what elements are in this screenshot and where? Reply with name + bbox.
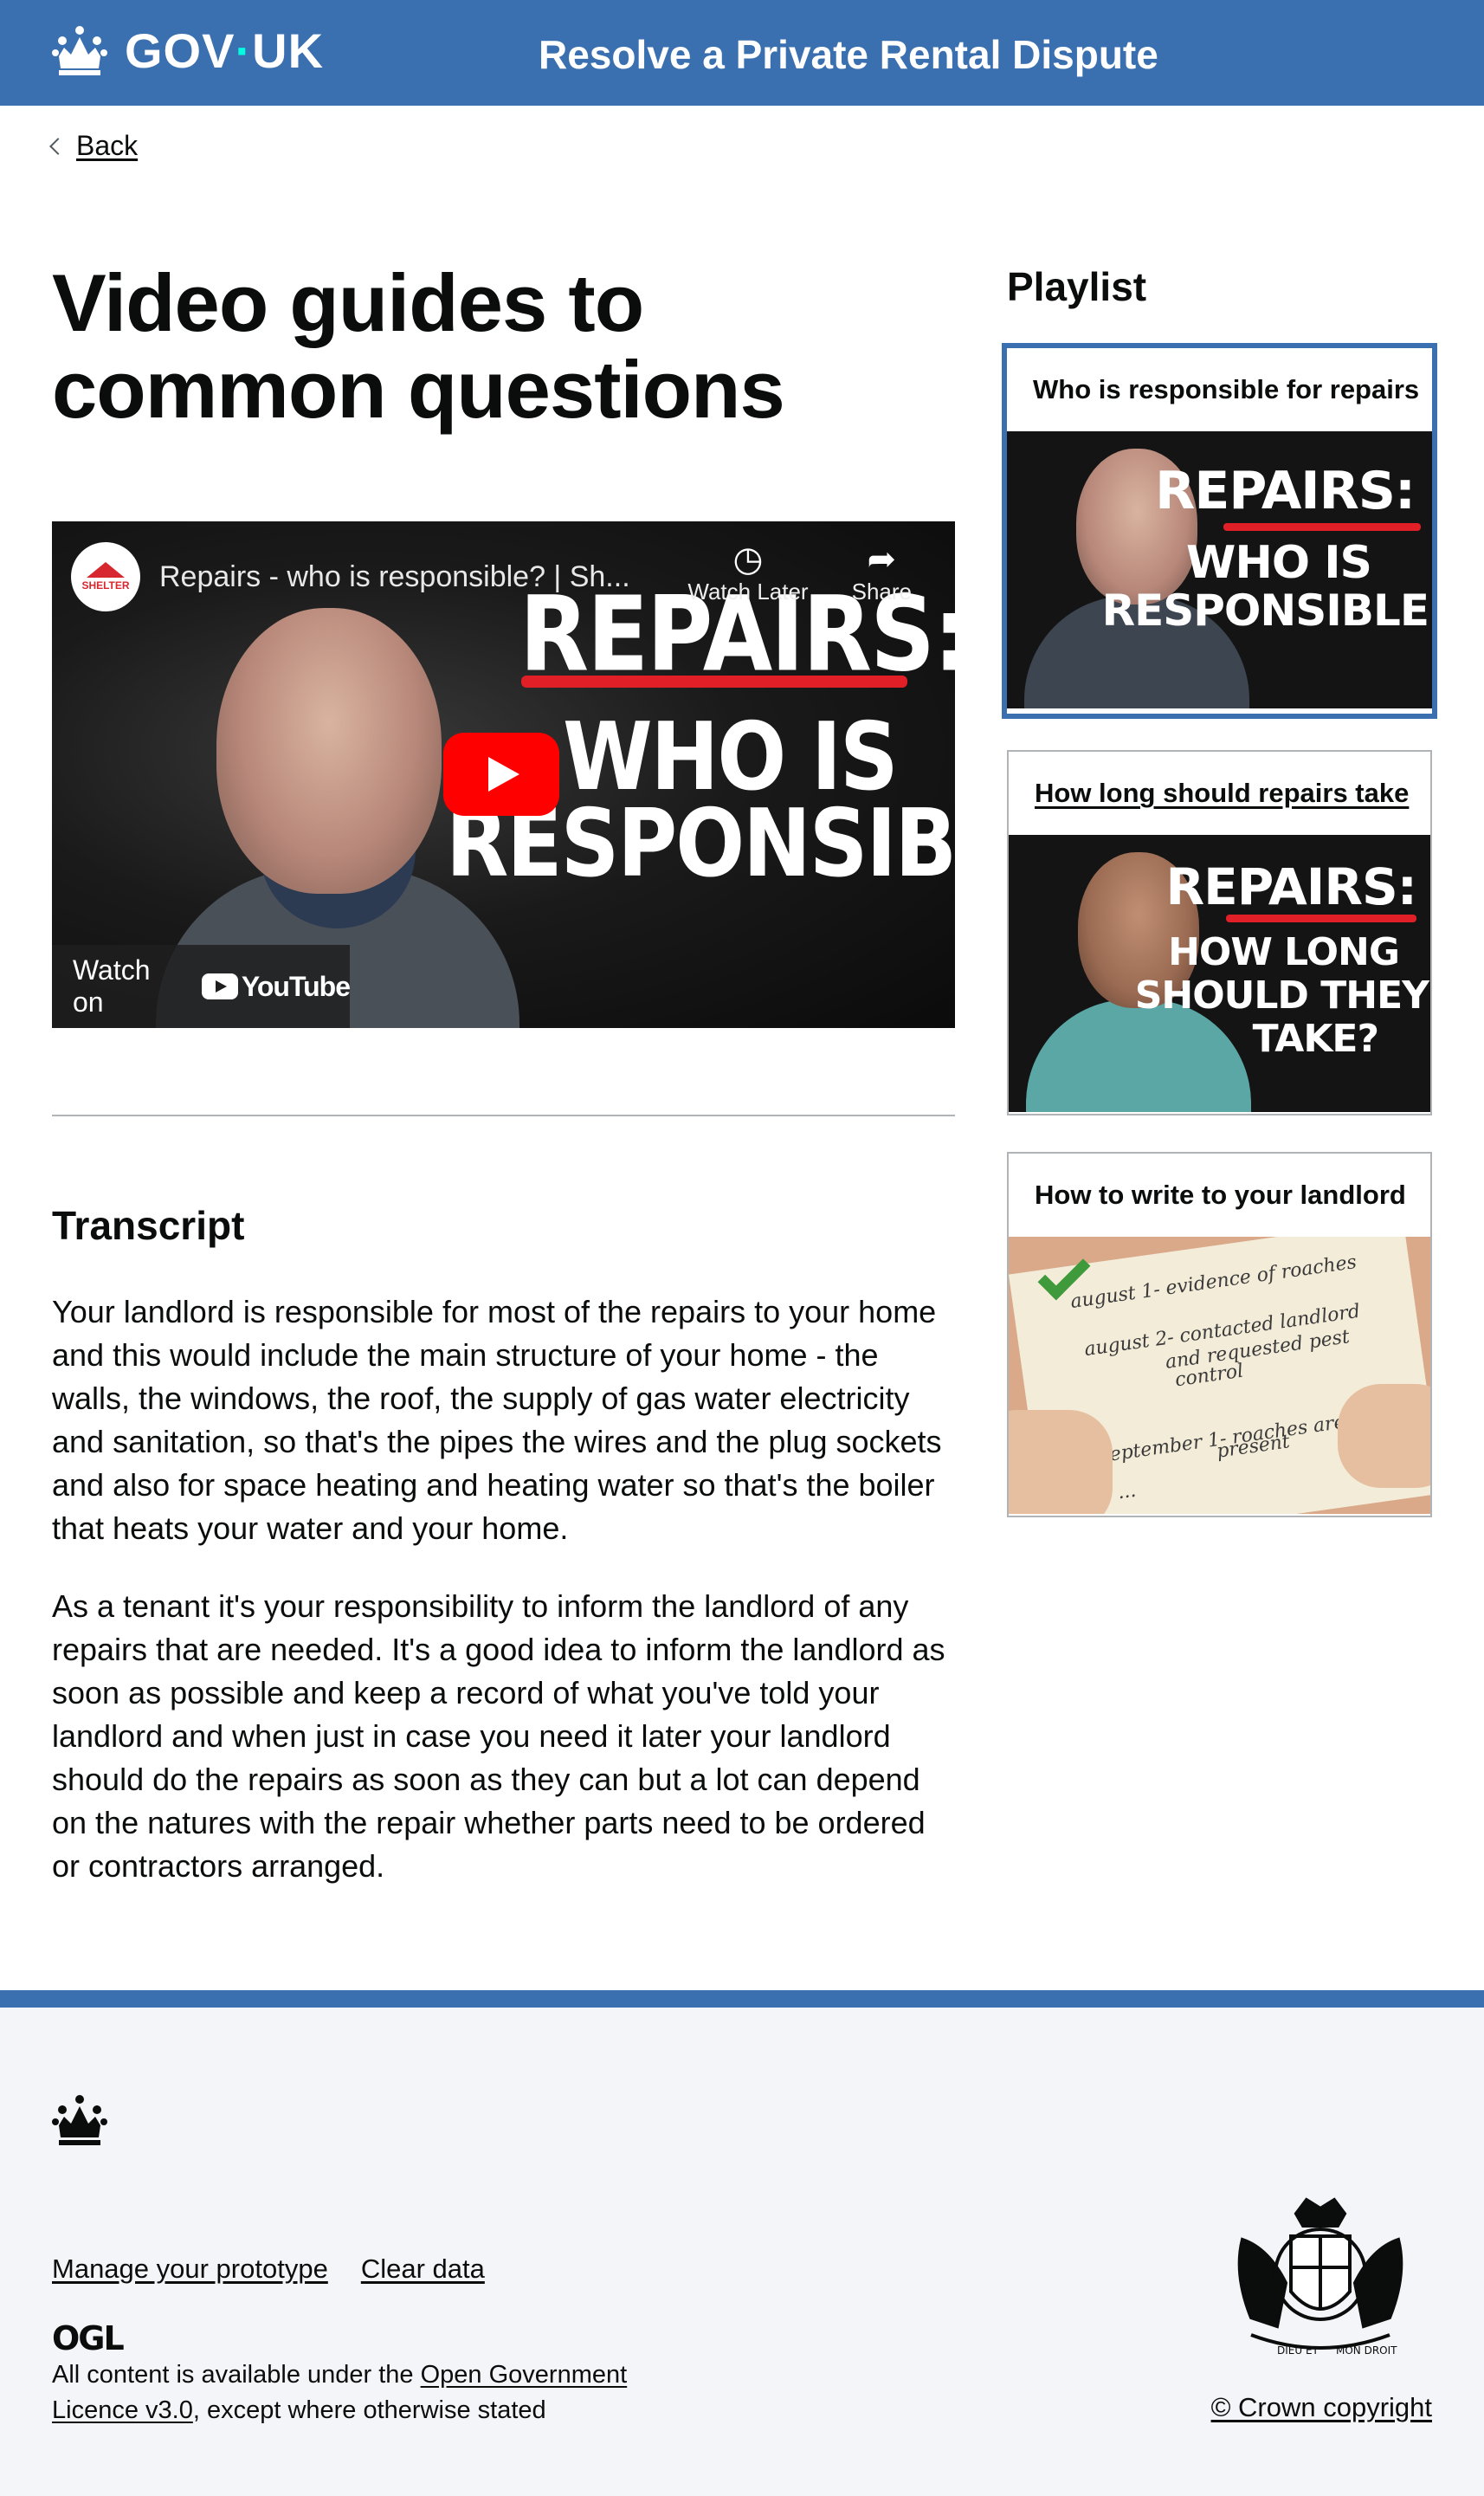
back-link[interactable]: Back (49, 130, 139, 162)
left-hand-image (1009, 1410, 1113, 1514)
house-icon (87, 562, 125, 578)
watch-later-button[interactable]: ◷ Watch Later (687, 540, 808, 605)
video-title-bar: SHELTER Repairs - who is responsible? | … (71, 542, 630, 611)
govuk-logo-link[interactable]: GOV·UK (52, 23, 324, 78)
video-player[interactable]: REPAIRS: WHO IS RESPONSIBLE? SHELTER Rep… (52, 521, 955, 1028)
site-header: GOV·UK Resolve a Private Rental Dispute (0, 0, 1484, 106)
youtube-logo: YouTube (201, 971, 351, 1003)
youtube-play-icon (201, 973, 238, 999)
chevron-left-icon (49, 137, 67, 155)
site-footer: Manage your prototype Clear data OGL All… (0, 1990, 1484, 2496)
video-actions: ◷ Watch Later ➦ Share (644, 540, 912, 605)
licence-text: All content is available under the Open … (52, 2361, 628, 2424)
clear-data-link[interactable]: Clear data (361, 2254, 485, 2285)
playlist-item-repairs-how-long[interactable]: How long should repairs take REPAIRS: HO… (1007, 750, 1432, 1115)
playlist-item-thumbnail: REPAIRS: HOW LONG SHOULD THEY TAKE? (1009, 835, 1430, 1112)
crown-icon (52, 26, 107, 75)
playlist-item-repairs-responsible[interactable]: Who is responsible for repairs REPAIRS: … (1002, 343, 1437, 719)
svg-text:DIEU ET: DIEU ET (1277, 2344, 1319, 2357)
govuk-logo-text: GOV·UK (125, 23, 325, 78)
share-label: Share (851, 579, 912, 605)
ogl-logo: OGL (52, 2319, 125, 2357)
video-thumb-underline (521, 676, 907, 688)
playlist-heading: Playlist (1007, 264, 1147, 309)
clock-icon: ◷ (732, 540, 764, 579)
watch-on-youtube-button[interactable]: Watch on YouTube (52, 945, 351, 1028)
back-link-label: Back (76, 130, 139, 161)
share-button[interactable]: ➦ Share (852, 540, 912, 605)
page-title: Video guides to common questions (52, 257, 785, 435)
play-button[interactable] (443, 733, 559, 816)
playlist-item-title: How to write to your landlord (1035, 1180, 1406, 1210)
watch-on-label: Watch on (73, 954, 151, 1018)
svg-text:MON DROIT: MON DROIT (1336, 2344, 1397, 2357)
transcript-paragraph: Your landlord is responsible for most of… (52, 1294, 942, 1546)
transcript-heading: Transcript (52, 1203, 245, 1248)
playlist-item-title: How long should repairs take (1035, 778, 1410, 808)
footer-links: Manage your prototype Clear data (52, 2254, 518, 2285)
playlist-item-thumbnail: REPAIRS: WHO IS RESPONSIBLE (1007, 431, 1432, 708)
playlist-item-title: Who is responsible for repairs (1033, 374, 1420, 404)
service-name-link[interactable]: Resolve a Private Rental Dispute (539, 31, 1158, 78)
channel-avatar[interactable]: SHELTER (71, 542, 140, 611)
royal-coat-of-arms-icon: DIEU ET MON DROIT (1237, 2197, 1403, 2357)
video-title-link[interactable]: Repairs - who is responsible? | Sh... (159, 560, 630, 594)
watch-later-label: Watch Later (687, 579, 809, 605)
right-hand-image (1338, 1384, 1430, 1488)
playlist-item-write-to-landlord[interactable]: How to write to your landlord august 1- … (1007, 1152, 1432, 1517)
share-arrow-icon: ➦ (867, 540, 897, 579)
crown-copyright-link[interactable]: © Crown copyright (1211, 2392, 1432, 2423)
crown-icon (52, 2095, 107, 2145)
manage-prototype-link[interactable]: Manage your prototype (52, 2254, 328, 2285)
transcript-paragraph: As a tenant it's your responsibility to … (52, 1588, 945, 1884)
section-divider (52, 1115, 955, 1116)
playlist-item-thumbnail: august 1- evidence of roaches august 2- … (1009, 1237, 1430, 1514)
